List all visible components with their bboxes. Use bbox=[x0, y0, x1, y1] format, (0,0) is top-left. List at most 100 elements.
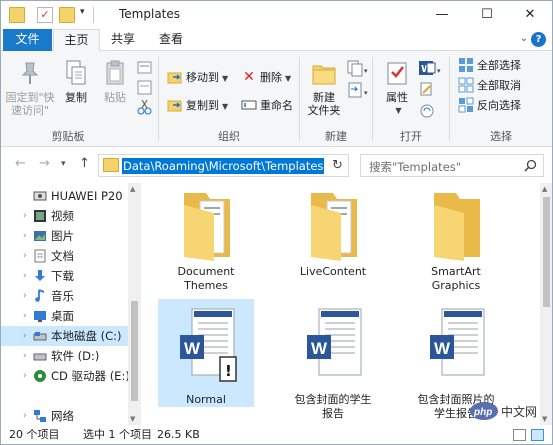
maximize-button[interactable]: ☐ bbox=[465, 1, 509, 29]
large-icons-view-icon[interactable] bbox=[531, 429, 544, 441]
select-all-button[interactable]: 全部选择 bbox=[458, 57, 521, 75]
item-name-line-2: 报告 bbox=[322, 407, 344, 420]
watermark-logo-text: php bbox=[473, 407, 492, 418]
tab-share[interactable]: 共享 bbox=[101, 29, 145, 51]
copy-label: 复制 bbox=[65, 91, 87, 104]
nav-item-music[interactable]: › 音乐 bbox=[1, 286, 128, 306]
clipboard-group-label: 剪贴板 bbox=[51, 130, 85, 143]
expand-icon[interactable]: › bbox=[23, 246, 27, 266]
address-bar[interactable]: Data\Roaming\Microsoft\Templates ⌄ bbox=[98, 154, 348, 177]
customize-quick-access-icon[interactable]: ▾ bbox=[80, 7, 85, 17]
folder-icon[interactable] bbox=[9, 7, 25, 23]
word-template-icon: W! bbox=[174, 305, 238, 389]
rename-button[interactable]: 重命名 bbox=[241, 97, 293, 115]
expand-icon[interactable]: › bbox=[23, 226, 27, 246]
search-icon[interactable] bbox=[524, 159, 537, 172]
nav-pane-scrollbar[interactable]: ▲ ▼ bbox=[128, 183, 141, 425]
details-view-icon[interactable] bbox=[513, 429, 526, 441]
folder-icon bbox=[176, 187, 236, 261]
expand-icon[interactable]: › bbox=[23, 346, 27, 366]
paste-button[interactable]: 粘贴 bbox=[97, 59, 133, 104]
folder-icon bbox=[103, 158, 119, 172]
folder-item[interactable]: Document Themes bbox=[158, 187, 254, 293]
expand-icon[interactable]: › bbox=[23, 206, 27, 226]
refresh-button[interactable]: ↻ bbox=[327, 154, 349, 177]
file-item-selected[interactable]: W! Normal bbox=[158, 299, 254, 407]
nav-item-downloads[interactable]: › 下载 bbox=[1, 266, 128, 286]
new-item-icons[interactable]: ▾ ▾ bbox=[346, 59, 368, 109]
scroll-down-icon[interactable]: ▼ bbox=[130, 415, 135, 423]
select-group: 全部选择 全部取消 反向选择 选择 bbox=[450, 51, 552, 147]
scrollbar-thumb[interactable] bbox=[131, 301, 138, 401]
selection-size: 26.5 KB bbox=[157, 428, 200, 441]
documents-icon bbox=[33, 249, 47, 263]
scroll-up-icon[interactable]: ▲ bbox=[130, 185, 135, 193]
copy-button[interactable]: 复制 bbox=[59, 59, 93, 104]
open-small-icons[interactable]: W▾ bbox=[417, 59, 443, 125]
properties-button[interactable]: 属性 ▼ bbox=[379, 59, 415, 117]
collapse-ribbon-icon[interactable]: ⌄ bbox=[520, 33, 528, 44]
back-arrow-icon[interactable]: ← bbox=[15, 156, 26, 171]
expand-icon[interactable]: › bbox=[23, 266, 27, 286]
invert-selection-button[interactable]: 反向选择 bbox=[458, 97, 521, 115]
minimize-button[interactable]: — bbox=[420, 1, 464, 29]
expand-icon[interactable]: › bbox=[23, 326, 27, 346]
address-path[interactable]: Data\Roaming\Microsoft\Templates bbox=[122, 158, 325, 174]
select-none-button[interactable]: 全部取消 bbox=[458, 77, 521, 95]
new-group: 新建 文件夹 ▾ ▾ 新建 bbox=[300, 51, 372, 147]
properties-icon bbox=[384, 59, 410, 87]
nav-item-drive-e[interactable]: › CD 驱动器 (E:) I bbox=[1, 366, 137, 386]
nav-item-label: 本地磁盘 (C:) bbox=[51, 329, 122, 343]
expand-icon[interactable]: › bbox=[23, 366, 27, 386]
nav-item-documents[interactable]: › 文档 bbox=[1, 246, 128, 266]
nav-item-pictures[interactable]: › 图片 bbox=[1, 226, 128, 246]
expand-icon[interactable]: › bbox=[23, 286, 27, 306]
delete-button[interactable]: ✕ 删除 ▼ bbox=[241, 69, 291, 87]
folder-item[interactable]: LiveContent bbox=[285, 187, 381, 279]
pin-quick-access-button[interactable]: 固定到"快 速访问" bbox=[5, 59, 55, 117]
nav-item-label: CD 驱动器 (E:) I bbox=[51, 369, 137, 383]
item-name-line-1: 包含封面的学生 bbox=[294, 393, 372, 406]
scrollbar-thumb[interactable] bbox=[543, 197, 550, 307]
item-name-line-1: Document bbox=[177, 265, 235, 278]
scroll-up-icon[interactable]: ▲ bbox=[542, 185, 547, 193]
svg-text:!: ! bbox=[225, 362, 232, 380]
tab-file[interactable]: 文件 bbox=[3, 29, 52, 51]
nav-item-drive-d[interactable]: › 软件 (D:) bbox=[1, 346, 128, 366]
new-folder-label-2: 文件夹 bbox=[307, 104, 341, 117]
nav-item-desktop[interactable]: › 桌面 bbox=[1, 306, 128, 326]
svg-text:▾: ▾ bbox=[364, 89, 368, 97]
help-icon[interactable]: ? bbox=[531, 32, 546, 47]
file-list-scrollbar[interactable]: ▲ ▼ bbox=[540, 183, 552, 425]
file-item[interactable]: W 包含封面的学生 报告 bbox=[285, 299, 381, 421]
invert-selection-icon bbox=[458, 97, 474, 113]
tab-home[interactable]: 主页 bbox=[53, 29, 100, 52]
copy-to-button[interactable]: 复制到 ▼ bbox=[167, 97, 228, 115]
search-input[interactable]: 搜索"Templates" bbox=[369, 159, 461, 175]
close-button[interactable]: ✕ bbox=[508, 1, 552, 29]
up-arrow-icon[interactable]: ↑ bbox=[79, 156, 90, 171]
nav-item-network[interactable]: › 网络 bbox=[1, 406, 128, 426]
php-watermark: php 中文网 bbox=[469, 399, 552, 423]
tab-view[interactable]: 查看 bbox=[149, 29, 193, 51]
search-box[interactable]: 搜索"Templates" bbox=[360, 154, 544, 177]
drive-icon bbox=[33, 349, 47, 363]
nav-item-drive-c[interactable]: › 本地磁盘 (C:) bbox=[1, 326, 128, 346]
properties-quick-icon[interactable]: ✓ bbox=[37, 7, 53, 23]
folder-icon bbox=[303, 187, 363, 261]
open-group-label: 打开 bbox=[400, 130, 422, 143]
folder-item[interactable]: SmartArt Graphics bbox=[408, 187, 504, 293]
nav-item-videos[interactable]: › 视频 bbox=[1, 206, 128, 226]
new-folder-quick-icon[interactable] bbox=[59, 7, 75, 23]
nav-item-huawei[interactable]: HUAWEI P20 bbox=[1, 186, 128, 206]
paste-label: 粘贴 bbox=[104, 91, 126, 104]
new-group-label: 新建 bbox=[325, 130, 347, 143]
expand-icon[interactable]: › bbox=[23, 406, 27, 426]
expand-icon[interactable]: › bbox=[23, 306, 27, 326]
cd-drive-icon bbox=[33, 369, 47, 383]
move-to-button[interactable]: 移动到 ▼ bbox=[167, 69, 228, 87]
new-folder-button[interactable]: 新建 文件夹 bbox=[304, 59, 344, 117]
select-all-icon bbox=[458, 57, 474, 73]
forward-arrow-icon[interactable]: → bbox=[39, 156, 50, 171]
recent-locations-icon[interactable]: ▾ bbox=[61, 159, 66, 169]
